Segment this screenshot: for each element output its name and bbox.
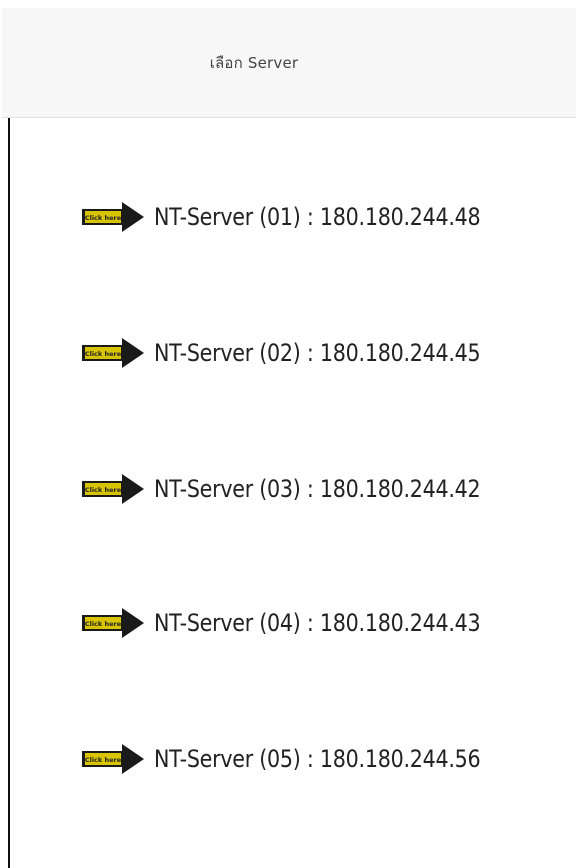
server-label[interactable]: NT-Server (01) : 180.180.244.48 xyxy=(154,203,481,231)
click-here-arrow-icon: Click here xyxy=(82,474,144,504)
click-here-arrow-icon: Click here xyxy=(82,608,144,638)
click-here-arrow-icon: Click here xyxy=(82,744,144,774)
server-label[interactable]: NT-Server (05) : 180.180.244.56 xyxy=(154,745,481,773)
server-label[interactable]: NT-Server (03) : 180.180.244.42 xyxy=(154,475,481,503)
server-link-02[interactable]: Click here NT-Server (02) : 180.180.244.… xyxy=(82,333,534,373)
click-here-arrow-icon: Click here xyxy=(82,202,144,232)
modal-header: เลือก Server xyxy=(2,8,576,118)
server-link-05[interactable]: Click here NT-Server (05) : 180.180.244.… xyxy=(82,739,534,779)
svg-text:Click here: Click here xyxy=(85,350,122,358)
server-link-01[interactable]: Click here NT-Server (01) : 180.180.244.… xyxy=(82,197,534,237)
svg-text:Click here: Click here xyxy=(85,214,122,222)
modal-title: เลือก Server xyxy=(209,53,299,72)
click-here-arrow-icon: Click here xyxy=(82,338,144,368)
svg-text:Click here: Click here xyxy=(85,756,122,764)
server-label[interactable]: NT-Server (04) : 180.180.244.43 xyxy=(154,609,481,637)
svg-text:Click here: Click here xyxy=(85,486,122,494)
server-link-03[interactable]: Click here NT-Server (03) : 180.180.244.… xyxy=(82,469,534,509)
server-link-04[interactable]: Click here NT-Server (04) : 180.180.244.… xyxy=(82,603,534,643)
server-label[interactable]: NT-Server (02) : 180.180.244.45 xyxy=(154,339,481,367)
svg-text:Click here: Click here xyxy=(85,620,122,628)
